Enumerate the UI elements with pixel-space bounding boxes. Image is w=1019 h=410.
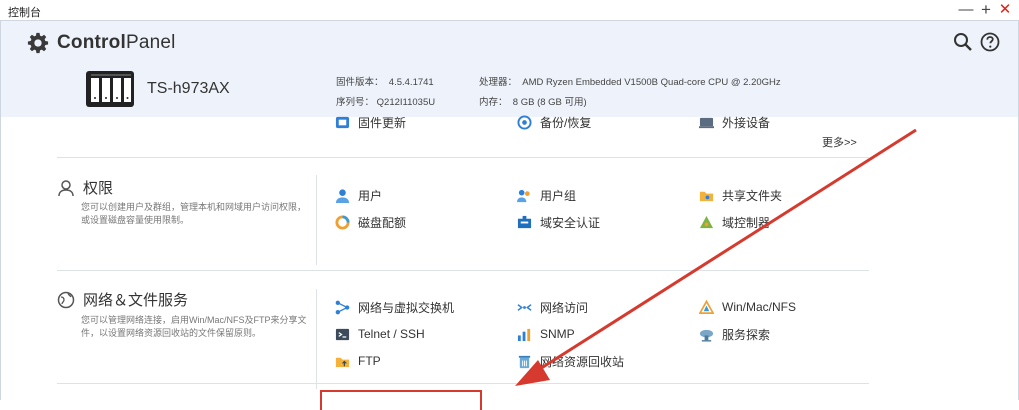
- window-title: 控制台: [8, 7, 41, 19]
- recycle-bin-label: 网络资源回收站: [540, 354, 625, 369]
- serial-label: 序列号：: [336, 97, 375, 108]
- app-name-bold: Control: [57, 32, 126, 53]
- device-model: TS-h973AX: [147, 80, 230, 97]
- firmware-label: 固件版本：: [336, 77, 384, 88]
- network-title-text: 网络＆文件服务: [83, 292, 189, 309]
- memory-value: 8 GB (8 GB 可用): [512, 97, 587, 108]
- network-vswitch-item[interactable]: 网络与虚拟交换机: [335, 299, 454, 315]
- serial-info: 序列号： Q212I11035U: [336, 94, 435, 108]
- maximize-button[interactable]: +: [977, 1, 995, 19]
- app-name-rest: Panel: [125, 32, 176, 53]
- privilege-title-text: 权限: [83, 180, 114, 197]
- network-access-icon: [517, 303, 532, 311]
- network-switch-icon: [335, 300, 350, 314]
- search-icon[interactable]: [953, 32, 973, 52]
- memory-label: 内存：: [479, 97, 508, 108]
- backup-restore-label: 备份/恢复: [540, 115, 592, 130]
- user-groups-item[interactable]: 用户组: [517, 187, 576, 203]
- app-brand: ControlPanel: [27, 31, 176, 55]
- network-access-label: 网络访问: [540, 300, 589, 315]
- network-description: 您可以管理网络连接，启用Win/Mac/NFS及FTP来分享文件，以设置网络资源…: [81, 315, 307, 338]
- recycle-bin-item[interactable]: 网络资源回收站: [517, 353, 624, 369]
- gear-icon: [27, 32, 49, 54]
- external-device-label: 外接设备: [722, 115, 771, 130]
- section-divider: [57, 270, 869, 271]
- ftp-label: FTP: [358, 354, 381, 368]
- external-device-item[interactable]: 外接设备: [699, 114, 770, 130]
- help-icon[interactable]: [980, 32, 1000, 52]
- control-panel-content: 固件更新 备份/恢复 外接设备 更多>> 权限 您可以创建用户及群组，管理本机和…: [0, 114, 1019, 410]
- backup-restore-item[interactable]: 备份/恢复: [517, 114, 591, 130]
- firmware-update-item[interactable]: 固件更新: [335, 114, 406, 130]
- disk-quota-label: 磁盘配额: [358, 215, 407, 230]
- more-link[interactable]: 更多>>: [822, 134, 857, 150]
- cpu-info: 处理器： AMD Ryzen Embedded V1500B Quad-core…: [479, 74, 781, 88]
- firmware-value: 4.5.4.1741: [388, 77, 434, 88]
- ftp-item[interactable]: FTP: [335, 353, 381, 369]
- shared-folder-icon: [699, 191, 714, 201]
- domain-controller-item[interactable]: 域控制器: [699, 214, 770, 230]
- win-mac-nfs-label: Win/Mac/NFS: [722, 300, 797, 314]
- section-divider: [57, 157, 869, 158]
- external-device-icon: [699, 117, 714, 128]
- control-panel-header: ControlPanel TS-h973AX 固件版本： 4.5.4.1741 …: [0, 21, 1019, 117]
- users-label: 用户: [358, 188, 383, 203]
- users-item[interactable]: 用户: [335, 187, 382, 203]
- snmp-item[interactable]: SNMP: [517, 326, 575, 342]
- column-divider: [316, 175, 317, 265]
- snmp-label: SNMP: [540, 327, 575, 341]
- telnet-ssh-label: Telnet / SSH: [358, 327, 425, 341]
- network-vswitch-label: 网络与虚拟交换机: [358, 300, 455, 315]
- firmware-update-label: 固件更新: [358, 115, 407, 130]
- terminal-icon: [335, 328, 350, 340]
- shared-folders-label: 共享文件夹: [722, 188, 783, 203]
- domain-security-label: 域安全认证: [540, 215, 601, 230]
- domain-security-icon: [517, 215, 532, 228]
- domain-controller-label: 域控制器: [722, 215, 771, 230]
- minimize-button[interactable]: —: [957, 1, 975, 19]
- privilege-description: 您可以创建用户及群组，管理本机和网域用户访问权限，或设置磁盘容量使用限制。: [81, 202, 307, 225]
- firmware-update-icon: [335, 116, 350, 128]
- users-icon: [335, 188, 350, 203]
- snmp-chart-icon: [517, 328, 531, 341]
- close-button[interactable]: ✕: [996, 1, 1014, 19]
- user-icon: [58, 179, 74, 196]
- domain-security-item[interactable]: 域安全认证: [517, 214, 600, 230]
- recycle-bin-icon: [518, 355, 531, 368]
- column-divider: [316, 289, 317, 389]
- backup-restore-icon: [517, 114, 532, 130]
- nas-device-icon: [86, 71, 134, 107]
- win-mac-nfs-icon: [699, 299, 714, 314]
- service-discovery-item[interactable]: 服务探索: [699, 326, 770, 342]
- service-discovery-label: 服务探索: [722, 327, 771, 342]
- window-titlebar: 控制台 — + ✕: [0, 0, 1019, 21]
- firmware-info: 固件版本： 4.5.4.1741: [336, 74, 434, 88]
- user-groups-icon: [517, 189, 530, 202]
- cpu-value: AMD Ryzen Embedded V1500B Quad-core CPU …: [522, 77, 781, 88]
- telnet-ssh-item[interactable]: Telnet / SSH: [335, 326, 425, 342]
- cpu-label: 处理器：: [479, 77, 518, 88]
- section-divider: [57, 383, 869, 384]
- privilege-section-title: 权限: [57, 177, 113, 198]
- service-discovery-icon: [699, 329, 714, 342]
- disk-quota-icon: [335, 214, 350, 230]
- app-name: ControlPanel: [57, 32, 176, 54]
- network-access-item[interactable]: 网络访问: [517, 299, 588, 315]
- shared-folders-item[interactable]: 共享文件夹: [699, 187, 782, 203]
- domain-controller-icon: [699, 215, 714, 228]
- annotation-highlight-box: [320, 390, 482, 410]
- win-mac-nfs-item[interactable]: Win/Mac/NFS: [699, 299, 796, 315]
- serial-value: Q212I11035U: [376, 97, 436, 108]
- ftp-folder-icon: [335, 357, 350, 367]
- network-section-title: 网络＆文件服务: [57, 289, 188, 310]
- globe-icon: [57, 291, 75, 308]
- disk-quota-item[interactable]: 磁盘配额: [335, 214, 406, 230]
- user-groups-label: 用户组: [540, 188, 577, 203]
- memory-info: 内存： 8 GB (8 GB 可用): [479, 94, 587, 108]
